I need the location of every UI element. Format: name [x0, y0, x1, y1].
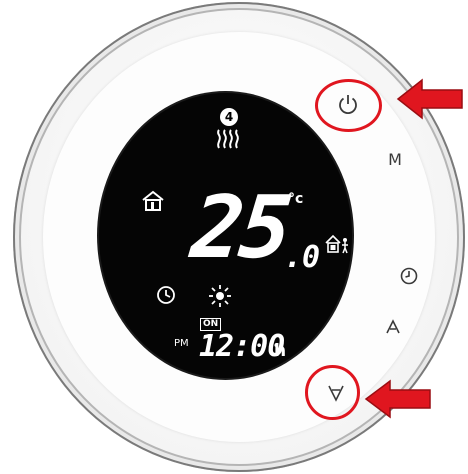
- temperature-decimal: .0: [284, 240, 321, 275]
- up-button[interactable]: [384, 318, 402, 336]
- home-icon: [142, 190, 164, 211]
- menu-button[interactable]: M: [385, 152, 405, 172]
- clock-icon: [157, 286, 175, 304]
- sun-icon: [209, 285, 231, 307]
- clock-button[interactable]: [399, 266, 419, 286]
- temperature-value: 25: [186, 178, 293, 278]
- clock-time-suffix: h: [274, 341, 287, 361]
- thermostat-screenshot: 4 25 °c .0 ON PM 12:00 h M: [0, 0, 468, 474]
- heating-waves-icon: [217, 129, 239, 149]
- left-arrow-icon: [364, 379, 431, 419]
- down-button-highlight: [305, 365, 360, 420]
- program-schedule-icon: [325, 234, 348, 254]
- temperature-unit: °c: [288, 191, 304, 207]
- power-button-highlight: [315, 79, 382, 132]
- period-indicator: PM: [174, 338, 189, 349]
- mode-number-badge: 4: [220, 108, 238, 126]
- clock-time: 12:00: [199, 329, 285, 364]
- left-arrow-icon: [396, 78, 463, 120]
